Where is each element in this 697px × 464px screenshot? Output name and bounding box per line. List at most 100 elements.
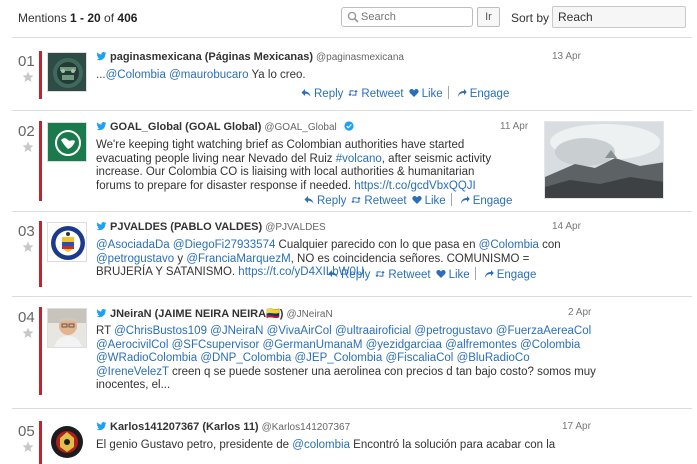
reply-label: Reply [314, 87, 344, 100]
mention-date: 14 Apr [552, 221, 581, 232]
search-box[interactable] [341, 7, 473, 27]
mention-text-fragment: ... [96, 69, 106, 81]
toolbar: Mentions 1 - 20 of 406 Ir Sort by Reach [0, 0, 697, 36]
mention-header: PJVALDES (PABLO VALDES) @PJVALDES [96, 221, 576, 235]
mention-link[interactable]: @ultraairoficial [335, 325, 411, 337]
like-button[interactable]: Like [435, 269, 470, 281]
twitter-icon [96, 52, 107, 61]
mention-link[interactable]: @petrogustavo [96, 253, 174, 265]
retweet-label: Retweet [361, 87, 404, 100]
mention-link[interactable]: @JEP_Colombia [295, 352, 383, 364]
search-icon [347, 11, 359, 23]
author-name[interactable]: JNeiraN (JAIME NEIRA NEIRA🇨🇴) [110, 308, 283, 320]
heart-icon [435, 269, 446, 278]
mention-link[interactable]: @Colombia [479, 239, 539, 251]
priority-bar [39, 307, 42, 395]
engage-button[interactable]: Engage [484, 269, 536, 281]
author-handle[interactable]: @PJVALDES [265, 222, 326, 233]
twitter-icon [96, 309, 107, 318]
media-thumbnail[interactable] [544, 121, 664, 199]
mention-link[interactable]: @DiegoFi27933574 [173, 239, 275, 251]
mention-link[interactable]: @WRadioColombia [96, 352, 197, 364]
mention-link[interactable]: @FranciaMarquezM [186, 253, 290, 265]
mention-link[interactable]: @Colombia [520, 339, 580, 351]
twitter-icon [96, 222, 107, 231]
mention-link[interactable]: @AsociadaDa [96, 239, 170, 251]
row-divider [12, 211, 692, 212]
author-handle[interactable]: @paginasmexicana [316, 52, 404, 63]
heart-icon [408, 88, 419, 97]
star-icon[interactable] [22, 71, 34, 83]
mention-link[interactable]: @colombia [292, 439, 350, 451]
reply-button[interactable]: Reply [304, 195, 346, 207]
mention-link[interactable]: @GermanUmanaM [263, 339, 363, 351]
mention-link[interactable]: @AerocivilCol [96, 339, 168, 351]
mention-text-fragment: RT [96, 325, 115, 337]
mention-link[interactable]: @VivaAirCol [267, 325, 332, 337]
author-name[interactable]: GOAL_Global (GOAL Global) [110, 121, 261, 133]
mention-number: 02 [18, 123, 35, 140]
mention-header: JNeiraN (JAIME NEIRA NEIRA🇨🇴) @JNeiraN [96, 307, 596, 321]
mention-link[interactable]: @Colombia [106, 69, 166, 81]
engage-button[interactable]: Engage [460, 195, 512, 207]
reply-button[interactable]: Reply [301, 88, 343, 100]
retweet-button[interactable]: Retweet [348, 87, 404, 100]
author-handle[interactable]: @GOAL_Global [264, 122, 336, 133]
like-button[interactable]: Like [408, 87, 443, 100]
mention-date: 11 Apr [500, 121, 529, 132]
mentions-range: 1 - 20 [70, 11, 101, 25]
mentions-count: Mentions 1 - 20 of 406 [18, 11, 137, 25]
engage-button[interactable]: Engage [457, 88, 509, 100]
reply-button[interactable]: Reply [328, 269, 370, 281]
toolbar-divider [12, 37, 692, 38]
like-label: Like [421, 87, 443, 100]
retweet-button[interactable]: Retweet [351, 195, 407, 208]
twitter-icon [96, 122, 107, 131]
mention-number: 05 [18, 423, 35, 440]
star-icon[interactable] [22, 141, 34, 153]
mention-link[interactable]: @BluRadioCo [457, 352, 530, 364]
mention-link[interactable]: @IreneVelezT [96, 366, 169, 378]
mention-link[interactable]: #volcano [336, 153, 382, 165]
like-button[interactable]: Like [411, 195, 446, 207]
mention-link[interactable]: @yezidgarciaa [366, 339, 442, 351]
retweet-label: Retweet [388, 268, 431, 281]
mention-text-fragment: y [174, 252, 187, 265]
mention-header: paginasmexicana (Páginas Mexicanas) @pagi… [96, 51, 576, 65]
mention-link[interactable]: @SFCsupervisor [172, 339, 260, 351]
search-input[interactable] [361, 9, 469, 25]
row-divider [12, 408, 692, 409]
mention-link[interactable]: @petrogustavo [414, 325, 492, 337]
mention-link[interactable]: @FiscaliaCol [385, 352, 453, 364]
author-handle[interactable]: @Karlos141207367 [262, 422, 351, 433]
author-name[interactable]: Karlos141207367 (Karlos 11) [110, 421, 259, 433]
sort-select[interactable]: Reach [552, 6, 686, 28]
star-icon[interactable] [22, 327, 34, 339]
avatar [47, 52, 87, 92]
retweet-button[interactable]: Retweet [375, 268, 431, 281]
retweet-label: Retweet [364, 195, 407, 208]
mention-link[interactable]: https://t.co/gcdVbxQQJI [354, 180, 475, 192]
row-divider [12, 296, 692, 297]
star-icon[interactable] [22, 241, 34, 253]
author-name[interactable]: paginasmexicana (Páginas Mexicanas) [110, 51, 313, 63]
author-name[interactable]: PJVALDES (PABLO VALDES) [110, 221, 262, 233]
mention-link[interactable]: @ChrisBustos109 [114, 325, 207, 337]
mention-link[interactable]: @FuerzaAereaCol [496, 325, 591, 337]
mention-link[interactable]: @maurobucaro [169, 69, 248, 81]
reply-icon [304, 196, 314, 205]
mention-date: 13 Apr [552, 51, 581, 62]
mention-link[interactable]: @JNeiraN [210, 325, 263, 337]
mention-link[interactable]: @alfremontes [445, 339, 517, 351]
avatar [47, 422, 87, 462]
retweet-icon [351, 197, 361, 204]
go-button[interactable]: Ir [477, 7, 500, 27]
retweet-icon [375, 270, 385, 277]
action-separator [447, 85, 449, 99]
mention-link[interactable]: @DNP_Colombia [200, 352, 291, 364]
twitter-icon [96, 422, 107, 431]
author-handle[interactable]: @JNeiraN [286, 309, 332, 320]
mention-actions: Reply Retweet Like Engage [96, 85, 576, 102]
mention-header: Karlos141207367 (Karlos 11) @Karlos141207… [96, 421, 576, 435]
star-icon[interactable] [22, 441, 34, 453]
